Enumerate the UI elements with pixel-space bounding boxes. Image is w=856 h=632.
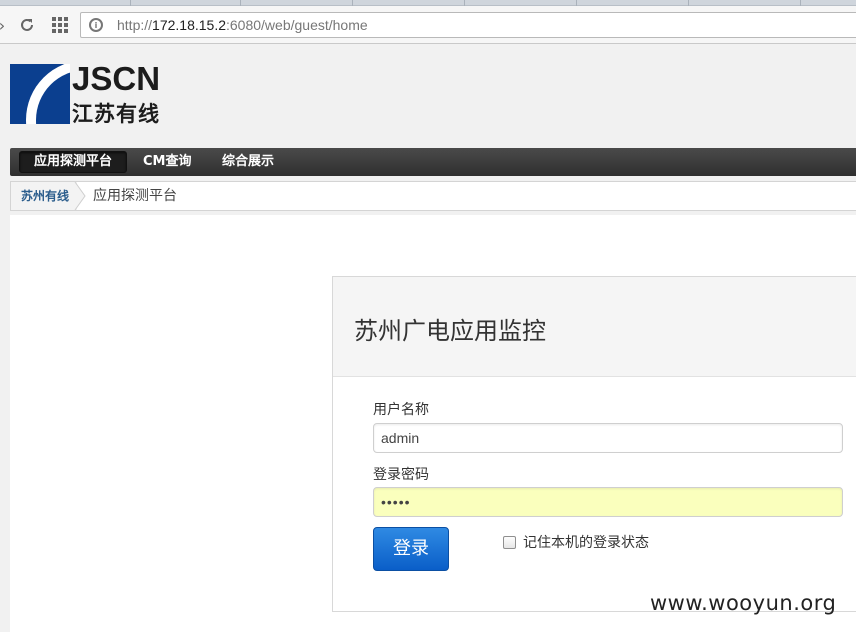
nav-item-dashboard[interactable]: 综合展示	[208, 151, 288, 173]
password-label: 登录密码	[373, 467, 429, 483]
login-title: 苏州广电应用监控	[354, 317, 546, 345]
logo-brand-text: JSCN	[72, 60, 161, 97]
reload-icon[interactable]	[17, 15, 37, 35]
remember-login-option[interactable]: 记住本机的登录状态	[503, 533, 649, 551]
address-url: http://172.18.15.2:6080/web/guest/home	[117, 17, 368, 33]
logo-chinese-text: 江苏有线	[72, 102, 160, 126]
breadcrumb: 苏州有线 应用探测平台	[10, 181, 856, 211]
breadcrumb-separator-icon	[73, 182, 86, 210]
remember-checkbox[interactable]	[503, 535, 516, 549]
main-nav: 应用探测平台 CM查询 综合展示	[10, 148, 856, 176]
apps-grid-icon[interactable]	[50, 15, 70, 35]
address-bar[interactable]: i http://172.18.15.2:6080/web/guest/home	[80, 12, 856, 38]
nav-item-cm-query[interactable]: CM查询	[129, 151, 205, 173]
username-input[interactable]	[373, 423, 843, 453]
breadcrumb-home-link[interactable]: 苏州有线	[11, 182, 78, 210]
login-button[interactable]: 登录	[373, 527, 449, 571]
site-info-icon[interactable]: i	[89, 18, 103, 32]
breadcrumb-current: 应用探测平台	[93, 188, 177, 204]
password-input[interactable]: •••••	[373, 487, 843, 517]
remember-label: 记住本机的登录状态	[523, 535, 649, 551]
nav-item-probe-platform[interactable]: 应用探测平台	[19, 151, 128, 173]
watermark-text: www.wooyun.org	[650, 591, 837, 615]
login-panel-header: 苏州广电应用监控	[333, 277, 856, 377]
login-panel: 苏州广电应用监控 用户名称 登录密码 ••••• 登录 记住本机的登录状态	[332, 276, 856, 612]
browser-toolbar: › i http://172.18.15.2:6080/web/guest/ho…	[0, 6, 856, 44]
site-logo[interactable]: JSCN 江苏有线	[10, 60, 170, 126]
forward-arrow-icon[interactable]: ›	[0, 15, 12, 35]
username-label: 用户名称	[373, 402, 429, 418]
jscn-logo-mark-icon	[10, 64, 70, 124]
